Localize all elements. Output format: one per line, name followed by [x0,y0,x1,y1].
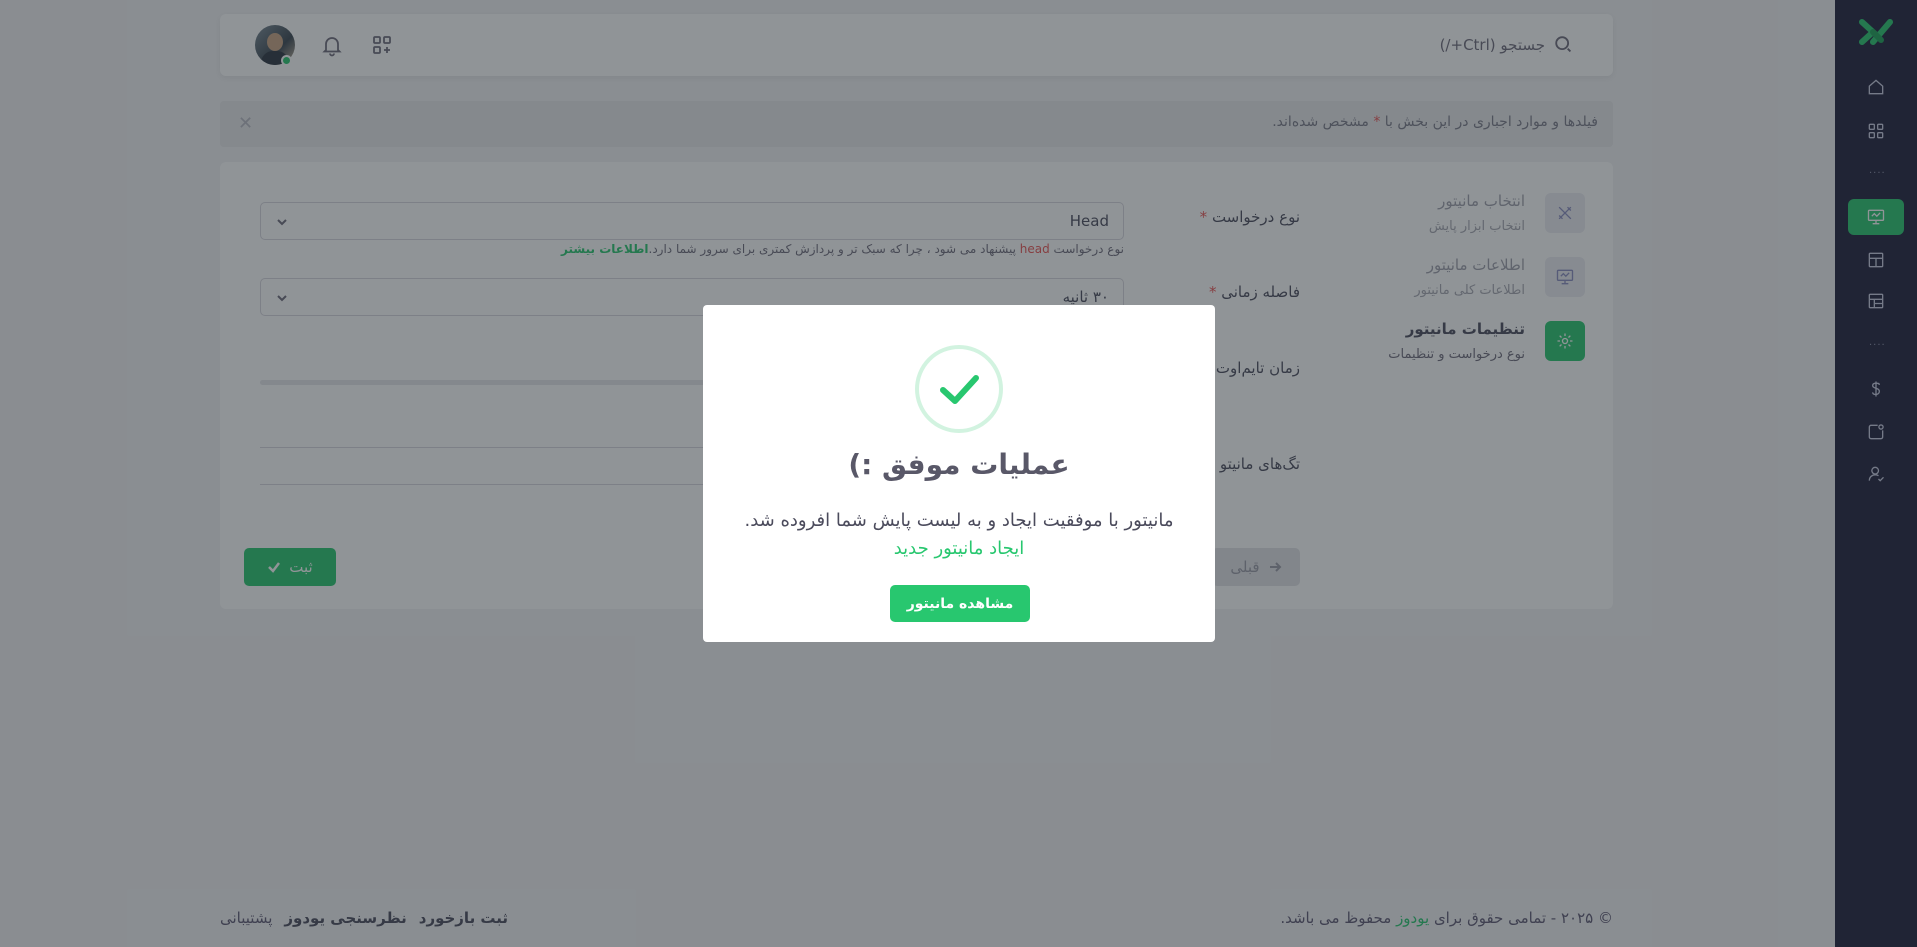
modal-message: مانیتور با موفقیت ایجاد و به لیست پایش ش… [744,510,1174,531]
success-check-icon [915,345,1003,433]
modal-title: عملیات موفق :) [848,448,1070,481]
view-monitor-button[interactable]: مشاهده مانیتور [890,585,1030,622]
create-new-monitor-link[interactable]: ایجاد مانیتور جدید [703,538,1215,559]
success-modal: عملیات موفق :) مانیتور با موفقیت ایجاد و… [703,305,1215,642]
